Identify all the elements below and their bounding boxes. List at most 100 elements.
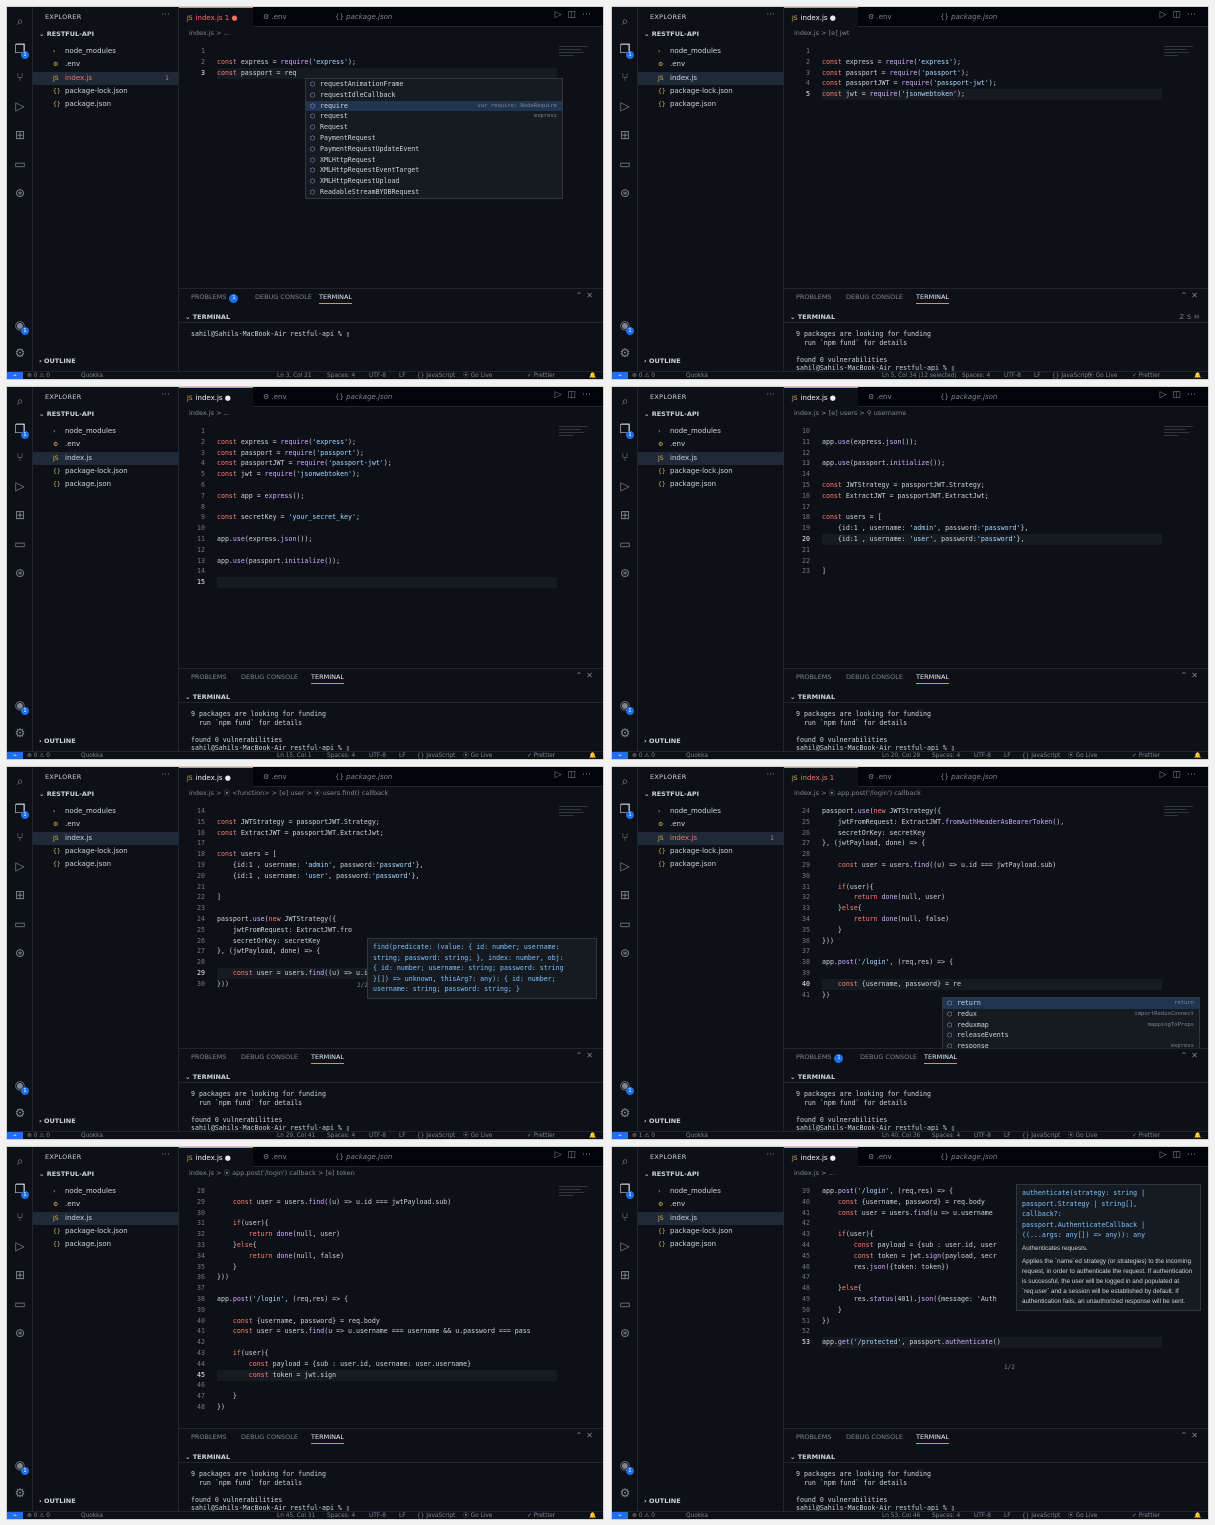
close-panel-icon[interactable]: ✕ [586, 291, 597, 300]
close-panel-icon[interactable]: ✕ [586, 671, 597, 680]
run-icon[interactable]: ▷ [555, 770, 568, 780]
source-control-icon[interactable]: ⑂ [12, 449, 28, 465]
code-line[interactable]: app.use(express.json()); [217, 534, 312, 545]
remote-explorer-icon[interactable]: ▭ [12, 1296, 28, 1312]
panel-tab-terminal[interactable]: TERMINAL [311, 1053, 345, 1064]
remote-explorer-icon[interactable]: ▭ [617, 536, 633, 552]
status-cursor-position[interactable]: Ln 5, Col 34 (12 selected) [882, 372, 957, 379]
split-editor-icon[interactable]: ◫ [567, 1150, 582, 1160]
maximize-panel-icon[interactable]: ⌃ [1181, 1051, 1192, 1060]
status-eol[interactable]: LF [399, 752, 406, 759]
outline-section[interactable]: › OUTLINE [644, 737, 681, 745]
run-icon[interactable]: ▷ [555, 1150, 568, 1160]
panel-tab-terminal[interactable]: TERMINAL [924, 1053, 958, 1064]
code-line[interactable]: } [822, 925, 842, 936]
status-prettier[interactable]: ✓ Prettier [527, 1132, 555, 1139]
file--env[interactable]: ⚙ .env [638, 818, 784, 831]
timeline-icon[interactable]: ⊛ [617, 185, 633, 201]
file-package-json[interactable]: {} package.json [33, 478, 179, 491]
run-icon[interactable]: ▷ [1160, 10, 1173, 20]
tab-index-js[interactable]: JS index.js 1 [784, 767, 858, 787]
extensions-icon[interactable]: ⊞ [12, 1267, 28, 1283]
code-line[interactable]: const payload = {sub : user.id, username… [217, 1359, 471, 1370]
source-control-icon[interactable]: ⑂ [12, 69, 28, 85]
remote-explorer-icon[interactable]: ▭ [617, 156, 633, 172]
remote-icon[interactable]: ⌁ [7, 752, 23, 759]
code-line[interactable]: }else{ [822, 903, 862, 914]
gear-icon[interactable]: ⚙ [12, 1105, 28, 1121]
gear-icon[interactable]: ⚙ [12, 725, 28, 741]
code-line[interactable]: res.json({token: token}) [822, 1262, 949, 1273]
more-actions-button[interactable]: ··· [766, 10, 775, 20]
code-line[interactable]: }else{ [217, 1240, 257, 1251]
code-line[interactable]: const {username, password} = req.body [217, 1316, 380, 1327]
status-cursor-position[interactable]: Ln 53, Col 46 [882, 1512, 920, 1519]
code-line[interactable]: const ExtractJWT = passportJWT.ExtractJw… [217, 828, 384, 839]
code-line[interactable]: const express = require('express'); [822, 57, 961, 68]
status-quokka[interactable]: Quokka [686, 1512, 708, 1519]
code-editor[interactable]: 1 2 const express = require('express'); 3 co… [784, 40, 1204, 288]
suggestion-item[interactable]: ⬡ XMLHttpRequestUpload [306, 176, 562, 187]
remote-explorer-icon[interactable]: ▭ [12, 156, 28, 172]
code-line[interactable]: }) [822, 1316, 830, 1327]
status-cursor-position[interactable]: Ln 40, Col 36 [882, 1132, 920, 1139]
split-editor-icon[interactable]: ◫ [1172, 1150, 1187, 1160]
source-control-icon[interactable]: ⑂ [617, 69, 633, 85]
file-index-js[interactable]: JS index.js [33, 451, 179, 465]
more-actions-button[interactable]: ··· [766, 390, 775, 400]
tab-index-js[interactable]: JS index.js ● [784, 387, 858, 407]
file-package-lock-json[interactable]: {} package-lock.json [638, 1225, 784, 1238]
code-line[interactable]: })) [822, 936, 834, 947]
extensions-icon[interactable]: ⊞ [617, 1267, 633, 1283]
code-line[interactable]: const jwt = require('jsonwebtoken'); [217, 469, 360, 480]
code-editor[interactable]: 1 2 const express = require('express'); 3 co… [179, 40, 599, 288]
notifications-bell-icon[interactable]: 🔔 [589, 752, 596, 759]
tab-package-json[interactable]: {} package.json [932, 7, 997, 27]
status-encoding[interactable]: UTF-8 [1004, 372, 1021, 379]
terminal-header[interactable]: ⌄ TERMINAL [784, 1071, 1208, 1083]
status-prettier[interactable]: ✓ Prettier [527, 752, 555, 759]
status-eol[interactable]: LF [1004, 752, 1011, 759]
code-line[interactable]: const users = [ [822, 512, 882, 523]
project-folder[interactable]: ⌄ RESTFUL-API [644, 30, 699, 38]
notifications-bell-icon[interactable]: 🔔 [1194, 1132, 1201, 1139]
extensions-icon[interactable]: ⊞ [12, 507, 28, 523]
code-line[interactable]: app.post('/login', (req,res) => { [822, 1186, 953, 1197]
file-node-modules[interactable]: › node_modules [33, 805, 179, 818]
panel-tab-debug[interactable]: DEBUG CONSOLE [241, 673, 298, 681]
file-package-json[interactable]: {} package.json [33, 1238, 179, 1251]
outline-section[interactable]: › OUTLINE [644, 1497, 681, 1505]
suggestion-item[interactable]: ⬡ request express [306, 111, 562, 122]
code-line[interactable]: if(user){ [217, 1218, 269, 1229]
tab-index-js[interactable]: JS index.js ● [179, 1147, 253, 1167]
file-package-json[interactable]: {} package.json [638, 1238, 784, 1251]
code-line[interactable]: app.post('/login', (req,res) => { [822, 957, 953, 968]
file-node-modules[interactable]: › node_modules [638, 805, 784, 818]
code-line[interactable]: jwtFromRequest: ExtractJWT.fro [217, 925, 352, 936]
close-panel-icon[interactable]: ✕ [1191, 671, 1202, 680]
status-go-live[interactable]: ⦿ Go Live [1068, 1512, 1097, 1519]
suggestion-widget[interactable]: ⬡ return return ⬡ redux importReduxConnect ⬡ re… [942, 997, 1200, 1048]
code-line[interactable]: if(user){ [822, 882, 874, 893]
tab-package-json[interactable]: {} package.json [327, 7, 392, 27]
remote-icon[interactable]: ⌁ [7, 1132, 23, 1139]
tab-env[interactable]: ⚙ .env [255, 1147, 287, 1167]
status-prettier[interactable]: ✓ Prettier [1132, 1132, 1160, 1139]
remote-icon[interactable]: ⌁ [612, 1512, 628, 1519]
status-encoding[interactable]: UTF-8 [974, 1512, 991, 1519]
more-actions-button[interactable]: ··· [161, 390, 170, 400]
file--env[interactable]: ⚙ .env [33, 818, 179, 831]
status-go-live[interactable]: ⦿ Go Live [463, 1132, 492, 1139]
outline-section[interactable]: › OUTLINE [39, 737, 76, 745]
panel-tab-debug[interactable]: DEBUG CONSOLE [846, 1433, 903, 1441]
file-package-lock-json[interactable]: {} package-lock.json [33, 465, 179, 478]
status-quokka[interactable]: Quokka [81, 1512, 103, 1519]
file-node-modules[interactable]: › node_modules [638, 45, 784, 58]
code-line[interactable]: const passport = require('passport'); [822, 68, 969, 79]
source-control-icon[interactable]: ⑂ [12, 829, 28, 845]
status-problems[interactable]: ⊗ 0 ⚠ 0 [27, 752, 50, 759]
split-editor-icon[interactable]: ◫ [1172, 770, 1187, 780]
code-line[interactable]: app.use(passport.initialize()); [217, 556, 340, 567]
status-cursor-position[interactable]: Ln 45, Col 31 [277, 1512, 315, 1519]
status-encoding[interactable]: UTF-8 [369, 752, 386, 759]
